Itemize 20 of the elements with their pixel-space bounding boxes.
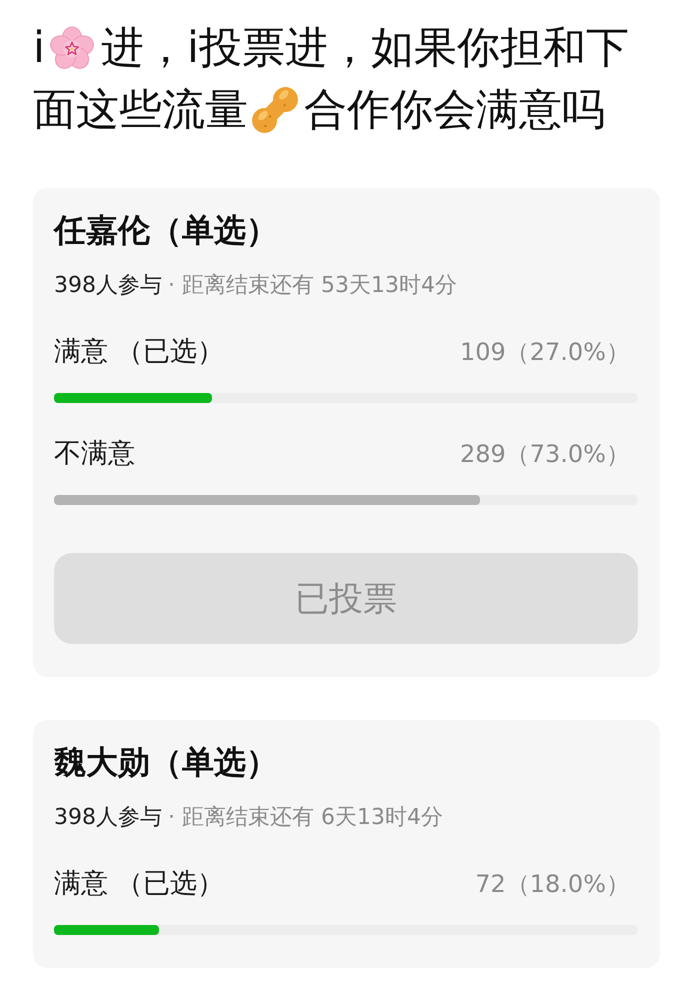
- selected-note: （已选）: [116, 867, 224, 901]
- post-title-text: 合作你会满意吗: [304, 84, 605, 136]
- deadline-text: · 距离结束还有 6天13时4分: [168, 804, 443, 832]
- deadline-text: · 距离结束还有 53天13时4分: [168, 272, 457, 300]
- poll-title: 魏大勋（单选）: [54, 742, 279, 782]
- selected-note: （已选）: [116, 335, 224, 369]
- cherry-blossom-icon: [48, 25, 95, 71]
- vote-count: 72（18.0%）: [475, 869, 630, 900]
- peanut-icon: [250, 85, 300, 135]
- participant-count: 398人参与: [54, 804, 162, 832]
- post-title-text: i: [33, 22, 45, 74]
- post-title-text: 进，i投票进，如果你担和下: [100, 22, 629, 74]
- option-label: 不满意: [54, 437, 135, 471]
- option-label: 满意: [54, 335, 108, 369]
- option-label: 满意: [54, 867, 108, 901]
- participant-count: 398人参与: [54, 272, 162, 300]
- vote-count: 289（73.0%）: [460, 439, 630, 470]
- vote-count: 109（27.0%）: [460, 337, 630, 368]
- post-title-text: 面这些流量: [33, 84, 248, 136]
- poll-title: 任嘉伦（单选）: [54, 210, 279, 250]
